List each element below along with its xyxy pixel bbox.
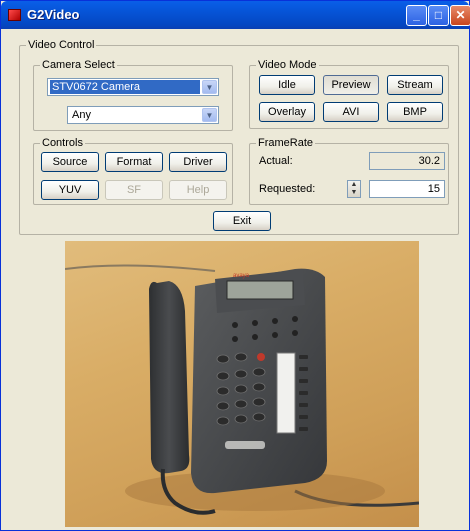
- format-button[interactable]: Format: [105, 152, 163, 172]
- video-control-legend: Video Control: [28, 39, 95, 51]
- spin-arrows-icon[interactable]: ▲ ▼: [347, 180, 361, 198]
- sf-button[interactable]: SF: [105, 180, 163, 200]
- controls-legend: Controls: [42, 137, 83, 149]
- chevron-down-icon[interactable]: ▼: [202, 80, 217, 94]
- driver-button[interactable]: Driver: [169, 152, 227, 172]
- avi-button[interactable]: AVI: [323, 102, 379, 122]
- app-icon: [8, 9, 21, 21]
- window-title: G2Video: [27, 7, 80, 22]
- requested-label: Requested:: [259, 183, 316, 195]
- camera-select-legend: Camera Select: [42, 59, 115, 71]
- source-button[interactable]: Source: [41, 152, 99, 172]
- minimize-icon[interactable]: _: [406, 5, 427, 26]
- svg-text:avaya: avaya: [233, 273, 250, 279]
- camera-dropdown[interactable]: STV0672 Camera ▼: [47, 78, 219, 96]
- bmp-button[interactable]: BMP: [387, 102, 443, 122]
- actual-fps-value: 30.2: [369, 152, 445, 170]
- video-preview: avaya: [65, 241, 419, 527]
- help-button[interactable]: Help: [169, 180, 227, 200]
- camera-dropdown-value: STV0672 Camera: [50, 80, 200, 94]
- requested-fps-input[interactable]: 15: [369, 180, 445, 198]
- format-dropdown[interactable]: Any ▼: [67, 106, 219, 124]
- video-mode-legend: Video Mode: [258, 59, 317, 71]
- format-dropdown-value: Any: [72, 109, 91, 121]
- close-icon[interactable]: ✕: [450, 5, 470, 26]
- main-window: G2Video _ □ ✕ Video Control Camera Selec…: [0, 0, 470, 531]
- stream-button[interactable]: Stream: [387, 75, 443, 95]
- chevron-down-icon[interactable]: ▼: [202, 108, 217, 122]
- yuv-button[interactable]: YUV: [41, 180, 99, 200]
- exit-button[interactable]: Exit: [213, 211, 271, 231]
- idle-button[interactable]: Idle: [259, 75, 315, 95]
- maximize-icon[interactable]: □: [428, 5, 449, 26]
- preview-button[interactable]: Preview: [323, 75, 379, 95]
- title-bar[interactable]: G2Video _ □ ✕: [1, 1, 470, 29]
- framerate-legend: FrameRate: [258, 137, 314, 149]
- actual-label: Actual:: [259, 155, 293, 167]
- desk-phone-image: avaya: [65, 264, 419, 515]
- overlay-button[interactable]: Overlay: [259, 102, 315, 122]
